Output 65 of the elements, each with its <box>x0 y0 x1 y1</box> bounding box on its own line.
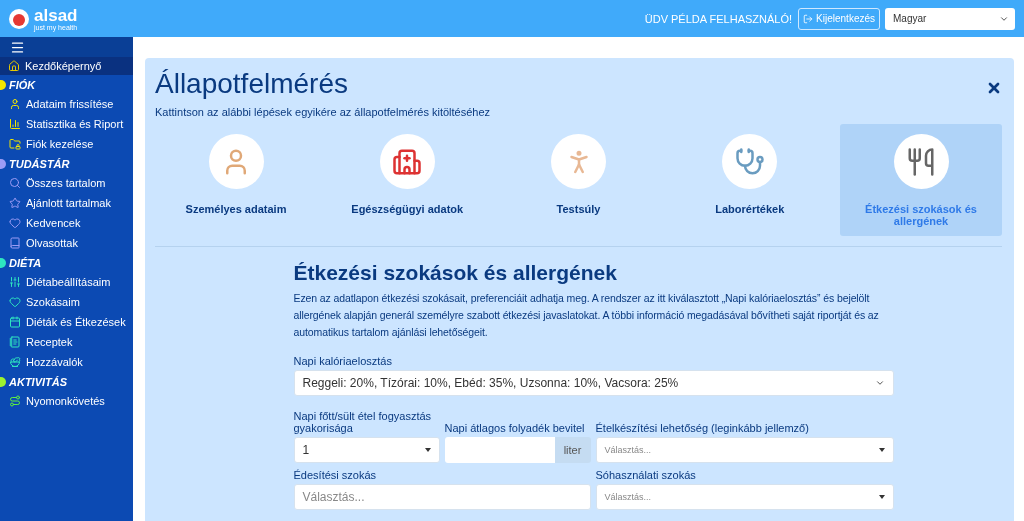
search-icon <box>9 177 21 189</box>
menu-icon[interactable] <box>10 39 25 55</box>
field-label: Édesítési szokás <box>293 469 378 481</box>
chart-icon <box>9 118 21 130</box>
sidebar-item[interactable]: Szokásaim <box>0 292 133 312</box>
sidebar-item[interactable]: Nyomonkövetés <box>0 391 133 411</box>
salt-select[interactable]: Választás... <box>595 484 894 510</box>
utensils-icon <box>906 146 936 177</box>
panel-subtitle: Kattintson az alábbi lépések egyikére az állapotfelmérés kitöltéséhez <box>155 106 492 118</box>
greeting: ÜDV PÉLDA FELHASZNÁLÓ! <box>644 12 793 25</box>
heart-icon <box>9 296 21 308</box>
logout-icon <box>803 13 814 24</box>
logo-icon <box>9 8 29 29</box>
folder-icon <box>9 138 21 150</box>
panel-title: Állapotfelmérés <box>155 68 348 100</box>
star-icon <box>9 197 21 209</box>
sidebar-item[interactable]: Receptek <box>0 332 133 352</box>
form-description: Ezen az adatlapon étkezési szokásait, preferenciáit adhatja meg. A rendszer az itt kiválasztott „Napi kalóriaelosztás” és bejelölt allergének alapján generál személyre szabott étkezési javaslatokat. A többi információ megadásával bővítheti saját riportját és az automatikus tartalom ajánlási lehetőségeit. <box>293 291 880 340</box>
field-label: Sóhasználati szokás <box>595 469 697 481</box>
stethoscope-icon <box>734 146 765 177</box>
sidebar-item[interactable]: Fiók kezelése <box>0 134 133 154</box>
field-label: Napi kalóriaelosztás <box>293 355 393 367</box>
home-icon <box>8 60 20 72</box>
step-tab[interactable]: Laborértékek <box>668 124 831 236</box>
notebook-icon <box>9 336 21 348</box>
step-tab[interactable]: Egészségügyi adatok <box>326 124 489 236</box>
form-title: Étkezési szokások és allergének <box>293 261 618 285</box>
caret-icon <box>878 495 885 499</box>
sidebar-item[interactable]: Adataim frissítése <box>0 94 133 114</box>
caret-icon <box>424 448 431 452</box>
section-title: DIÉTA <box>9 256 42 269</box>
sidebar-item[interactable]: Kedvencek <box>0 213 133 233</box>
step-tab[interactable]: Testsúly <box>497 124 660 236</box>
calorie-select[interactable]: Reggeli: 20%, Tízórai: 10%, Ebéd: 35%, Uzsonna: 10%, Vacsora: 25% <box>293 370 894 396</box>
section-title: FIÓK <box>9 78 36 91</box>
sidebar-item[interactable]: Ajánlott tartalmak <box>0 193 133 213</box>
close-button[interactable] <box>986 80 1002 96</box>
logo-name: alsad <box>34 6 78 24</box>
sidebar-item[interactable]: Diétabeállításaim <box>0 272 133 292</box>
sidebar-item[interactable]: Hozzávalók <box>0 352 133 372</box>
frequency-select[interactable]: 1 <box>293 437 440 463</box>
step-tab[interactable]: Személyes adataim <box>155 124 317 236</box>
sidebar-item[interactable]: Olvasottak <box>0 233 133 253</box>
cooking-select[interactable]: Választás... <box>595 437 894 463</box>
caret-icon <box>878 448 885 452</box>
field-label: Ételkészítési lehetőség (leginkább jellemző) <box>595 422 810 434</box>
unit-label: liter <box>554 437 591 463</box>
book-icon <box>9 237 21 249</box>
field-label: Napi főtt/sült étel fogyasztás gyakorisága <box>293 410 433 434</box>
salad-icon <box>9 356 21 368</box>
sidebar-item[interactable]: Statisztika és Riport <box>0 114 133 134</box>
sidebar-item[interactable]: Összes tartalom <box>0 173 133 193</box>
chevron-icon <box>874 378 885 388</box>
sidebar-item[interactable]: Kezdőképernyő <box>0 57 133 75</box>
sidebar-item[interactable]: Diéták és Étkezések <box>0 312 133 332</box>
language-select[interactable]: Magyar <box>885 7 1015 30</box>
sweetening-select[interactable]: Választás... <box>293 484 591 510</box>
heart-icon <box>9 217 21 229</box>
person-icon <box>9 98 21 110</box>
section-title: AKTIVITÁS <box>9 375 68 388</box>
section-title: TUDÁSTÁR <box>9 157 70 170</box>
route-icon <box>9 395 21 407</box>
calendar-icon <box>9 316 21 328</box>
sliders-icon <box>9 276 21 288</box>
field-label: Napi átlagos folyadék bevitel <box>444 422 586 434</box>
